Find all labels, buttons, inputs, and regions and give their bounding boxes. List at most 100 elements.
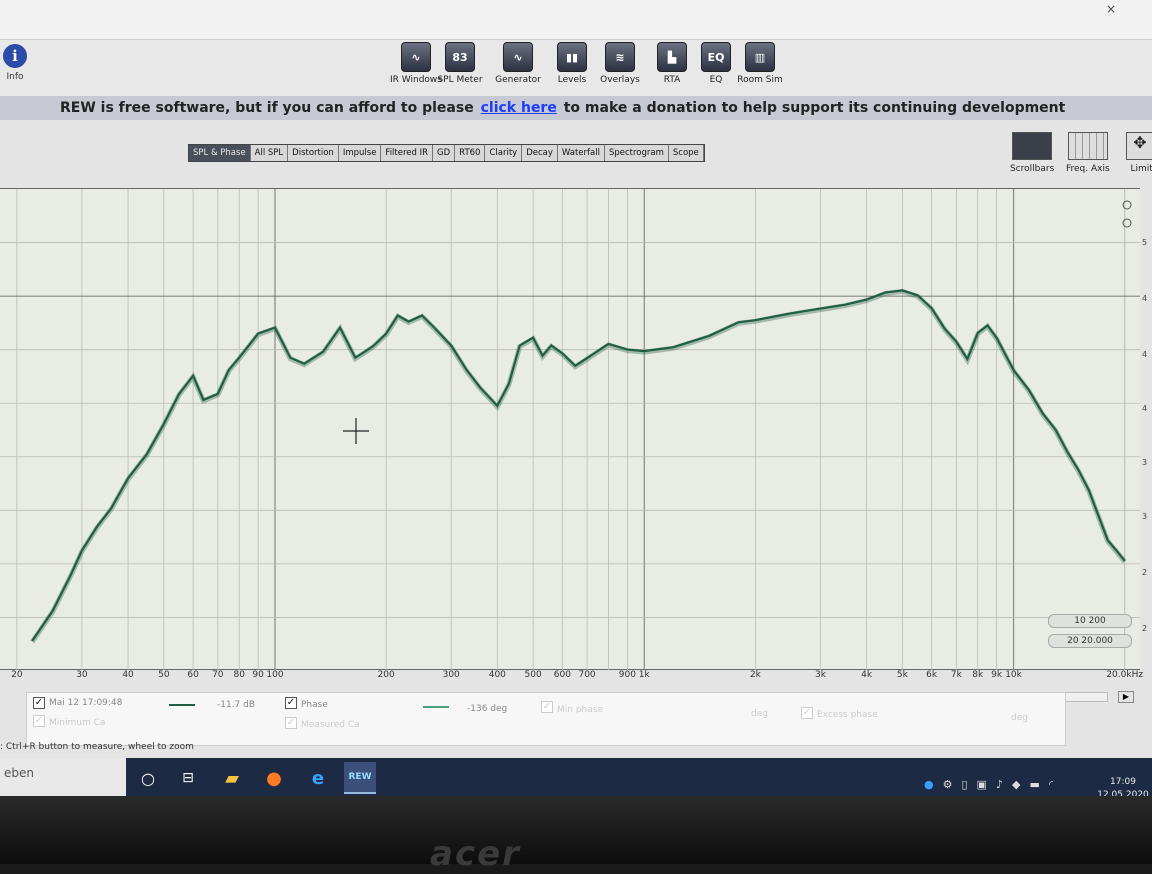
row2-label-a: Minimum Ca (49, 718, 105, 728)
tab-all-spl[interactable]: All SPL (251, 145, 289, 161)
x-tick-label: 8k (972, 670, 983, 680)
measurement-checkbox[interactable]: ✓ (33, 697, 45, 709)
zoom-controls: 10 200 20 20.000 (1048, 614, 1132, 654)
rta-icon: ▙ (657, 42, 687, 72)
spl-phase-graph[interactable] (0, 188, 1140, 670)
monitor-bezel (0, 796, 1152, 864)
eq-icon: EQ (701, 42, 731, 72)
taskbar-search[interactable]: eben (0, 758, 126, 798)
edge-icon[interactable]: e (302, 762, 334, 794)
zoom-in-icon (1123, 201, 1131, 209)
scrollbars-button[interactable]: Scrollbars (1010, 132, 1054, 174)
network-status-icon[interactable]: ⚙ (943, 778, 953, 791)
excess-phase-checkbox[interactable]: ✓ (801, 707, 813, 719)
x-tick-label: 900 (619, 670, 636, 680)
cortana-icon[interactable]: ○ (132, 762, 164, 794)
banner-text-after: to make a donation to help support its c… (564, 100, 1066, 116)
freq-axis-label: Freq. Axis (1066, 164, 1110, 174)
task-view-icon[interactable]: ⊟ (172, 762, 204, 794)
min-phase-checkbox[interactable]: ✓ (541, 701, 553, 713)
tab-scope[interactable]: Scope (669, 145, 704, 161)
firefox-icon[interactable]: ● (258, 762, 290, 794)
tab-clarity[interactable]: Clarity (485, 145, 522, 161)
title-bar: × (0, 0, 1152, 40)
scroll-right-icon[interactable]: ▶ (1118, 691, 1134, 703)
main-toolbar: ∿IR Windows83SPL Meter∿Generator▮▮Levels… (0, 40, 1152, 96)
freq-axis-icon (1068, 132, 1108, 160)
system-tray: ● ⚙ ▯ ▣ ♪ ◆ ▬ ◜ (924, 778, 1053, 791)
donation-link[interactable]: click here (481, 100, 557, 116)
tab-filtered-ir[interactable]: Filtered IR (381, 145, 433, 161)
file-explorer-icon[interactable]: ▰ (216, 762, 248, 794)
overlays-icon: ≋ (605, 42, 635, 72)
measurement-name: Mai 12 17:09:48 (49, 698, 122, 708)
x-tick-label: 20.0kHz (1106, 670, 1143, 680)
phase-checkbox[interactable]: ✓ (285, 697, 297, 709)
freq-axis-button[interactable]: Freq. Axis (1066, 132, 1110, 174)
spl-meter-icon: 83 (445, 42, 475, 72)
scrollbars-icon (1012, 132, 1052, 160)
limits-icon: ✥ (1126, 132, 1152, 160)
tool-spl-meter[interactable]: 83 SPL Meter (430, 42, 490, 85)
tool-room-sim[interactable]: ▥Room Sim (730, 42, 790, 85)
tab-decay[interactable]: Decay (522, 145, 558, 161)
x-tick-label: 7k (951, 670, 962, 680)
display-icon[interactable]: ▣ (977, 778, 987, 791)
status-hint: : Ctrl+R button to measure, wheel to zoo… (0, 742, 194, 752)
zoom-out-icon (1123, 219, 1131, 227)
dropbox-icon[interactable]: ◆ (1012, 778, 1020, 791)
tab-spl-phase[interactable]: SPL & Phase (189, 145, 251, 161)
x-tick-label: 4k (861, 670, 872, 680)
x-tick-label: 90 (252, 670, 263, 680)
excess-phase-label: Excess phase (817, 710, 878, 720)
x-tick-label: 30 (76, 670, 87, 680)
x-tick-label: 100 (266, 670, 283, 680)
tab-rt60[interactable]: RT60 (455, 145, 485, 161)
zoom-button-1[interactable]: 10 200 (1048, 614, 1132, 628)
tool-label: Levels (558, 75, 586, 85)
banner-text-before: REW is free software, but if you can aff… (60, 100, 474, 116)
limits-label: Limits (1131, 164, 1152, 174)
x-tick-label: 500 (525, 670, 542, 680)
keyboard-icon[interactable]: ▬ (1029, 778, 1039, 791)
x-tick-label: 2k (750, 670, 761, 680)
x-tick-label: 1k (639, 670, 650, 680)
x-tick-label: 9k (991, 670, 1002, 680)
room-sim-icon: ▥ (745, 42, 775, 72)
tool-label: Generator (495, 75, 541, 85)
tab-impulse[interactable]: Impulse (339, 145, 382, 161)
spl-value: -11.7 dB (217, 700, 255, 710)
wifi-icon[interactable]: ◜ (1049, 778, 1053, 791)
generator-icon: ∿ (503, 42, 533, 72)
tab-gd[interactable]: GD (433, 145, 455, 161)
graph-tabs: SPL & PhaseAll SPLDistortionImpulseFilte… (188, 144, 705, 162)
x-tick-label: 5k (897, 670, 908, 680)
row2-checkbox-b[interactable]: ✓ (285, 717, 297, 729)
document-icon[interactable]: ▯ (961, 778, 967, 791)
zoom-button-2[interactable]: 20 20.000 (1048, 634, 1132, 648)
spl-trace (32, 290, 1125, 641)
volume-icon[interactable]: ♪ (996, 778, 1003, 791)
x-tick-label: 80 (233, 670, 244, 680)
tab-spectrogram[interactable]: Spectrogram (605, 145, 669, 161)
limits-button[interactable]: ✥ Limits (1124, 132, 1152, 174)
x-tick-label: 300 (443, 670, 460, 680)
tool-label: SPL Meter (437, 75, 482, 85)
graph-canvas[interactable] (0, 189, 1140, 671)
tool-label: EQ (710, 75, 723, 85)
tab-waterfall[interactable]: Waterfall (558, 145, 605, 161)
tab-distortion[interactable]: Distortion (288, 145, 339, 161)
info-button[interactable]: i Info (2, 44, 28, 82)
rew-taskbar-icon[interactable]: REW (344, 762, 376, 794)
tool-generator[interactable]: ∿ Generator (488, 42, 548, 85)
min-phase-label: Min phase (557, 705, 603, 715)
tool-label: Overlays (600, 75, 640, 85)
legend-panel: ✓ Mai 12 17:09:48 -11.7 dB ✓ Phase -136 … (26, 692, 1066, 746)
x-tick-label: 200 (378, 670, 395, 680)
ir-windows-icon: ∿ (401, 42, 431, 72)
skype-icon[interactable]: ● (924, 778, 934, 791)
deg-b: deg (1011, 713, 1028, 723)
close-icon[interactable]: × (1106, 2, 1116, 16)
tool-overlays[interactable]: ≋ Overlays (590, 42, 650, 85)
row2-checkbox-a[interactable]: ✓ (33, 715, 45, 727)
